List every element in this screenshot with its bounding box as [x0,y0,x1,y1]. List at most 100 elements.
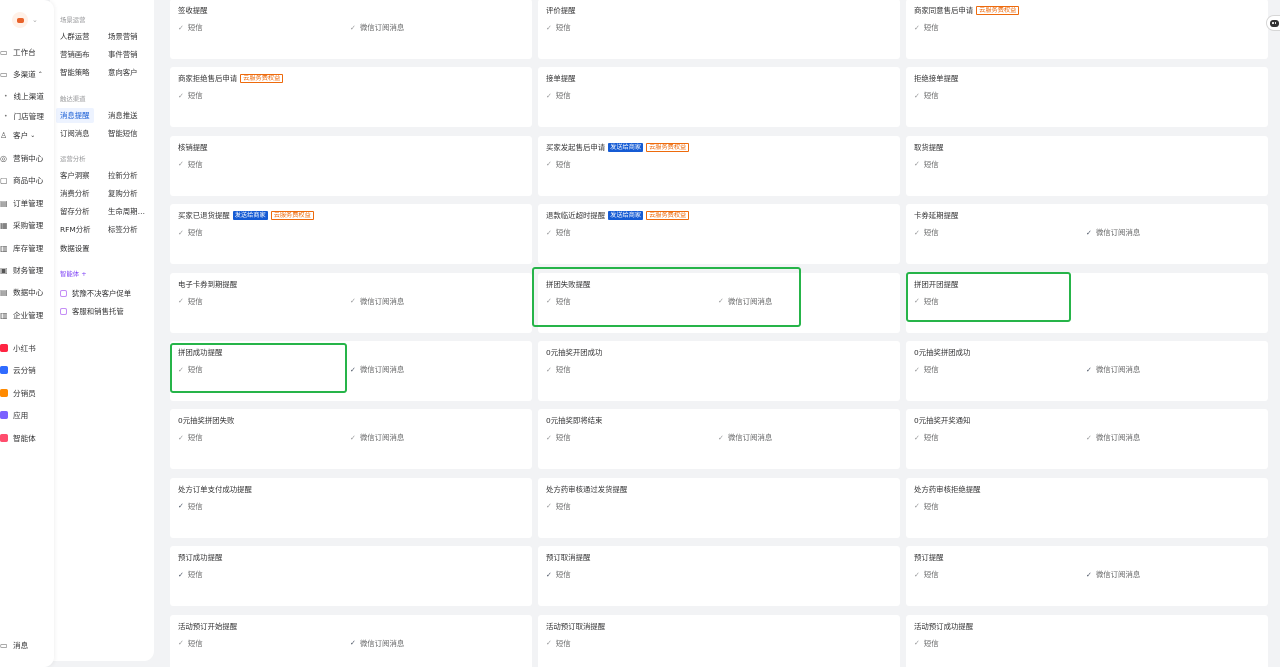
subnav-item[interactable]: 标签分析 [108,224,138,235]
sidebar-item-6[interactable]: ▢ 商品中心 [0,173,43,187]
sidebar-item-2[interactable]: • 线上渠道 [4,89,44,103]
app-item-1[interactable]: 云分销 [0,363,36,377]
channel-option[interactable]: ✓ 短信 [178,22,203,33]
channel-option[interactable]: ✓ 短信 [914,22,939,33]
notification-card[interactable]: 拼团失败提醒 ✓ 短信 ✓ 微信订阅消息 [538,272,900,333]
subnav-item[interactable]: 复购分析 [108,188,138,199]
channel-option[interactable]: ✓ 短信 [914,569,939,580]
channel-option[interactable]: ✓ 短信 [546,22,571,33]
channel-option[interactable]: ✓ 短信 [178,227,203,238]
notification-card[interactable]: 活动预订取消提醒 ✓ 短信 [538,614,900,667]
channel-option[interactable]: ✓ 短信 [178,569,203,580]
sidebar-item-0[interactable]: ▭ 工作台 [0,45,36,59]
subnav-item[interactable]: 智能策略 [60,67,90,78]
sidebar-item-3[interactable]: • 门店管理 [4,109,44,123]
channel-option[interactable]: ✓ 微信订阅消息 [1086,364,1140,375]
channel-option[interactable]: ✓ 短信 [914,227,939,238]
sidebar-item-4[interactable]: ♙ 客户 ⌄ [0,128,35,142]
notification-card[interactable]: 退款临近超时提醒 发送给商家 云服务费权益 ✓ 短信 [538,204,900,265]
subnav-item[interactable]: 数据设置 [60,243,90,254]
sidebar-item-5[interactable]: ◎ 营销中心 [0,151,43,165]
notification-card[interactable]: 取货提醒 ✓ 短信 [906,135,1268,196]
notification-card[interactable]: 预订取消提醒 ✓ 短信 [538,546,900,607]
sidebar-item-7[interactable]: ▤ 订单管理 [0,196,43,210]
sidebar-item-12[interactable]: ▥ 企业管理 [0,308,43,322]
channel-option[interactable]: ✓ 短信 [546,159,571,170]
subnav-item[interactable]: 事件营销 [108,49,138,60]
channel-option[interactable]: ✓ 微信订阅消息 [1086,432,1140,443]
channel-option[interactable]: ✓ 微信订阅消息 [350,432,404,443]
notification-card[interactable]: 商家同意售后申请 云服务费权益 ✓ 短信 [906,0,1268,59]
notification-card[interactable]: 0元抽奖拼团成功 ✓ 短信 ✓ 微信订阅消息 [906,341,1268,401]
channel-option[interactable]: ✓ 短信 [546,227,571,238]
notification-card[interactable]: 0元抽奖开奖通知 ✓ 短信 ✓ 微信订阅消息 [906,409,1268,470]
channel-option[interactable]: ✓ 短信 [914,159,939,170]
subnav-item[interactable]: 人群运营 [60,31,90,42]
notification-card[interactable]: 接单提醒 ✓ 短信 [538,67,900,128]
channel-option[interactable]: ✓ 短信 [178,432,203,443]
shop-switcher[interactable]: ⌄ [12,12,38,28]
notification-card[interactable]: 处方订单支付成功提醒 ✓ 短信 [170,477,532,538]
ai-agent-item[interactable]: 犹豫不决客户促单 [60,288,131,299]
sidebar-item-11[interactable]: ▤ 数据中心 [0,285,43,299]
channel-option[interactable]: ✓ 短信 [178,364,203,375]
channel-option[interactable]: ✓ 短信 [178,501,203,512]
notification-card[interactable]: 0元抽奖拼团失败 ✓ 短信 ✓ 微信订阅消息 [170,409,532,470]
notification-card[interactable]: 商家拒绝售后申请 云服务费权益 ✓ 短信 [170,67,532,128]
notification-card[interactable]: 评价提醒 ✓ 短信 [538,0,900,59]
subnav-item[interactable]: 客户洞察 [60,170,90,181]
notification-card[interactable]: 拼团成功提醒 ✓ 短信 ✓ 微信订阅消息 [170,341,532,401]
subnav-item[interactable]: 拉新分析 [108,170,138,181]
notification-card[interactable]: 0元抽奖即将结束 ✓ 短信 ✓ 微信订阅消息 [538,409,900,470]
channel-option[interactable]: ✓ 短信 [546,432,571,443]
notification-card[interactable]: 活动预订成功提醒 ✓ 短信 [906,614,1268,667]
channel-option[interactable]: ✓ 短信 [914,90,939,101]
notification-card[interactable]: 0元抽奖开团成功 ✓ 短信 [538,341,900,401]
channel-option[interactable]: ✓ 短信 [546,569,571,580]
channel-option[interactable]: ✓ 短信 [546,501,571,512]
sidebar-item-1[interactable]: ▭ 多渠道 ⌃ [0,67,43,81]
channel-option[interactable]: ✓ 微信订阅消息 [350,638,404,649]
channel-option[interactable]: ✓ 短信 [546,638,571,649]
channel-option[interactable]: ✓ 微信订阅消息 [350,296,404,307]
notification-card[interactable]: 签收提醒 ✓ 短信 ✓ 微信订阅消息 [170,0,532,59]
notification-card[interactable]: 买家发起售后申请 发送给商家 云服务费权益 ✓ 短信 [538,135,900,196]
channel-option[interactable]: ✓ 微信订阅消息 [718,296,772,307]
subnav-item[interactable]: RFM分析 [60,224,91,235]
channel-option[interactable]: ✓ 微信订阅消息 [1086,227,1140,238]
channel-option[interactable]: ✓ 短信 [178,638,203,649]
channel-option[interactable]: ✓ 微信订阅消息 [350,22,404,33]
channel-option[interactable]: ✓ 短信 [546,90,571,101]
notification-card[interactable]: 卡券延期提醒 ✓ 短信 ✓ 微信订阅消息 [906,204,1268,265]
notification-card[interactable]: 处方药审核拒绝提醒 ✓ 短信 [906,477,1268,538]
channel-option[interactable]: ✓ 短信 [914,638,939,649]
subnav-item[interactable]: 消息推送 [108,110,138,121]
subnav-item[interactable]: 智能短信 [108,128,138,139]
sidebar-item-9[interactable]: ▥ 库存管理 [0,241,43,255]
subnav-item[interactable]: 留存分析 [60,206,90,217]
subnav-item[interactable]: 生命周期… [108,206,145,217]
channel-option[interactable]: ✓ 微信订阅消息 [350,364,404,375]
app-item-4[interactable]: 智能体 [0,431,36,445]
sidebar-item-10[interactable]: ▣ 财务管理 [0,263,43,277]
channel-option[interactable]: ✓ 短信 [178,296,203,307]
channel-option[interactable]: ✓ 短信 [914,296,939,307]
channel-option[interactable]: ✓ 微信订阅消息 [718,432,772,443]
app-item-2[interactable]: 分销员 [0,386,36,400]
notification-card[interactable]: 买家已退货提醒 发送给商家 云服务费权益 ✓ 短信 [170,204,532,265]
notification-card[interactable]: 电子卡券到期提醒 ✓ 短信 ✓ 微信订阅消息 [170,272,532,333]
ai-agent-item[interactable]: 客服和销售托管 [60,306,124,317]
notification-card[interactable]: 拼团开团提醒 ✓ 短信 [906,272,1268,333]
channel-option[interactable]: ✓ 短信 [546,296,571,307]
subnav-item[interactable]: 订阅消息 [60,128,90,139]
sidebar-item-messages[interactable]: ▭ 消息 [0,638,28,652]
subnav-item[interactable]: 意向客户 [108,67,138,78]
notification-card[interactable]: 预订提醒 ✓ 短信 ✓ 微信订阅消息 [906,546,1268,607]
sidebar-item-8[interactable]: ▦ 采购管理 [0,218,43,232]
assistant-chat-button[interactable] [1266,15,1280,31]
channel-option[interactable]: ✓ 短信 [914,364,939,375]
app-item-0[interactable]: 小红书 [0,341,36,355]
notification-card[interactable]: 拒绝接单提醒 ✓ 短信 [906,67,1268,128]
channel-option[interactable]: ✓ 短信 [914,501,939,512]
channel-option[interactable]: ✓ 短信 [914,432,939,443]
